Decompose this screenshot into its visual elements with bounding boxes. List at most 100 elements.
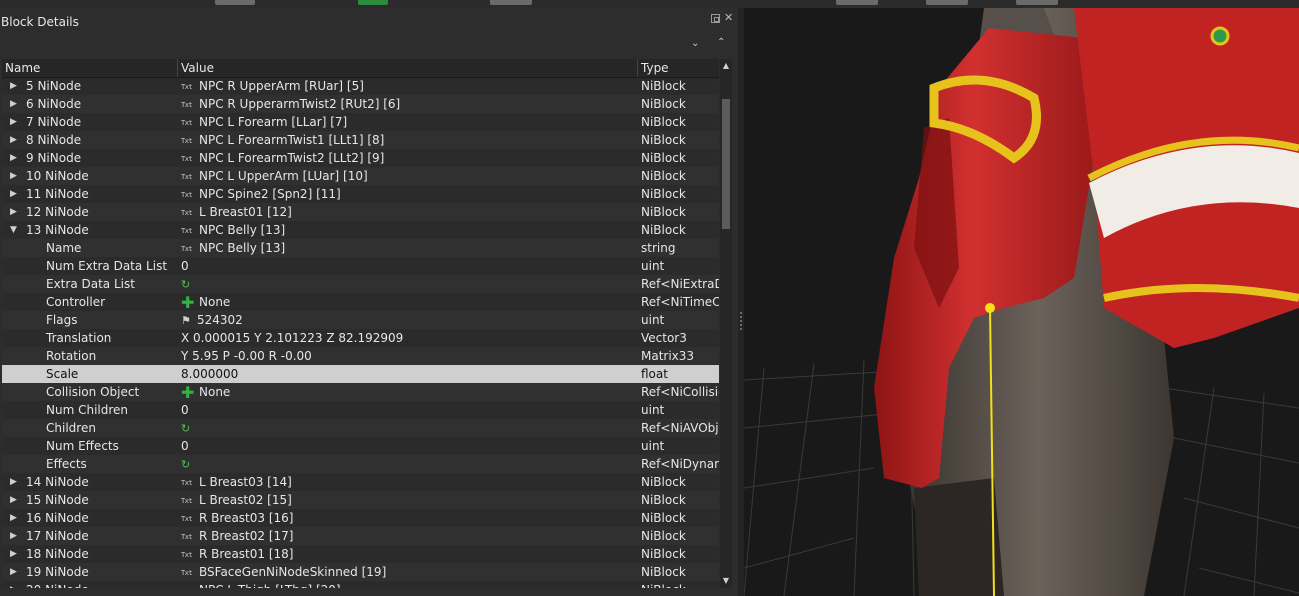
row-type: NiBlock [641,133,686,147]
row-type: uint [641,403,665,417]
collapsed-arrow-icon[interactable]: ▶ [10,113,18,131]
row-value[interactable]: Txt NPC L Thigh [LThg] [20] [181,581,631,588]
scroll-down-icon[interactable]: ▼ [720,574,732,588]
collapsed-arrow-icon[interactable]: ▶ [10,77,18,95]
tree-row-field[interactable]: Collision Object ✚ None Ref<NiCollision [2,383,719,401]
collapsed-arrow-icon[interactable]: ▶ [10,203,18,221]
tree-row-field[interactable]: Extra Data List ↻ Ref<NiExtraDat [2,275,719,293]
collapsed-arrow-icon[interactable]: ▶ [10,545,18,563]
tree-row-field[interactable]: Num Effects 0 uint [2,437,719,455]
column-header-type[interactable]: Type [638,59,719,77]
toolbar-button[interactable] [358,0,388,5]
tree-row-block[interactable]: ▶ 15 NiNode Txt L Breast02 [15] NiBlock [2,491,719,509]
row-value[interactable]: ⚑ 524302 [181,311,631,330]
close-icon[interactable]: ✕ [724,12,733,24]
collapsed-arrow-icon[interactable]: ▶ [10,95,18,113]
tree-row-block[interactable]: ▶ 16 NiNode Txt R Breast03 [16] NiBlock [2,509,719,527]
tree-row-block[interactable]: ▶ 20 NiNode Txt NPC L Thigh [LThg] [20] NiBl… [2,581,719,588]
tree-row-block[interactable]: ▶ 18 NiNode Txt R Breast01 [18] NiBlock [2,545,719,563]
toolbar-button[interactable] [836,0,878,5]
collapsed-arrow-icon[interactable]: ▶ [10,581,18,588]
row-value[interactable]: 0 [181,437,631,455]
tree-row-block[interactable]: ▶ 19 NiNode Txt BSFaceGenNiNodeSkinned [19]… [2,563,719,581]
row-value[interactable]: Txt NPC R UpperarmTwist2 [RUt2] [6] [181,95,631,113]
float-panel-icon[interactable] [711,14,720,23]
collapsed-arrow-icon[interactable]: ▶ [10,563,18,581]
column-header-name[interactable]: Name [2,59,178,77]
row-value[interactable]: Txt L Breast02 [15] [181,491,631,509]
tree-row-block[interactable]: ▶ 14 NiNode Txt L Breast03 [14] NiBlock [2,473,719,491]
tree-row-field[interactable]: Effects ↻ Ref<NiDynami [2,455,719,473]
collapsed-arrow-icon[interactable]: ▶ [10,527,18,545]
tree-row-field[interactable]: Scale 8.000000 float [2,365,719,383]
toolbar-button[interactable] [1016,0,1058,5]
row-value[interactable]: ↻ [181,275,631,294]
tree-row-block[interactable]: ▶ 6 NiNode Txt NPC R UpperarmTwist2 [RUt2] … [2,95,719,113]
row-value[interactable]: Txt NPC L ForearmTwist1 [LLt1] [8] [181,131,631,149]
row-value[interactable]: Y 5.95 P -0.00 R -0.00 [181,347,631,365]
tree-row-field[interactable]: Name Txt NPC Belly [13] string [2,239,719,257]
row-value[interactable]: Txt L Breast01 [12] [181,203,631,221]
toolbar-button[interactable] [215,0,255,5]
panel-title: Block Details [1,15,79,29]
expand-all-icon[interactable]: ⌃ [717,37,725,48]
collapsed-arrow-icon[interactable]: ▶ [10,131,18,149]
row-value[interactable]: Txt NPC Belly [13] [181,239,631,257]
tree-row-block[interactable]: ▶ 10 NiNode Txt NPC L UpperArm [LUar] [10] N… [2,167,719,185]
vertical-scrollbar[interactable]: ▲ ▼ [720,59,732,588]
collapsed-arrow-icon[interactable]: ▶ [10,491,18,509]
row-value[interactable]: 0 [181,401,631,419]
row-value[interactable]: 0 [181,257,631,275]
row-value[interactable]: Txt R Breast01 [18] [181,545,631,563]
row-value[interactable]: 8.000000 [181,365,631,383]
tree-row-block[interactable]: ▶ 12 NiNode Txt L Breast01 [12] NiBlock [2,203,719,221]
tree-row-block[interactable]: ▶ 9 NiNode Txt NPC L ForearmTwist2 [LLt2] [… [2,149,719,167]
row-type: uint [641,439,665,453]
row-value[interactable]: Txt BSFaceGenNiNodeSkinned [19] [181,563,631,581]
tree-header: Name Value Type [2,59,719,78]
row-value[interactable]: ↻ [181,455,631,474]
row-value[interactable]: Txt NPC Spine2 [Spn2] [11] [181,185,631,203]
row-value[interactable]: Txt NPC R UpperArm [RUar] [5] [181,77,631,95]
row-value[interactable]: Txt NPC L UpperArm [LUar] [10] [181,167,631,185]
collapse-all-icon[interactable]: ⌄ [691,38,699,49]
row-value[interactable]: Txt R Breast03 [16] [181,509,631,527]
tree-row-field[interactable]: Translation X 0.000015 Y 2.101223 Z 82.19… [2,329,719,347]
tree-row-block[interactable]: ▶ 5 NiNode Txt NPC R UpperArm [RUar] [5] NiB… [2,77,719,95]
toolbar-button[interactable] [926,0,968,5]
row-value[interactable]: Txt R Breast02 [17] [181,527,631,545]
collapsed-arrow-icon[interactable]: ▶ [10,185,18,203]
collapsed-arrow-icon[interactable]: ▶ [10,149,18,167]
row-type: NiBlock [641,115,686,129]
tree-row-field[interactable]: Children ↻ Ref<NiAVObjec [2,419,719,437]
collapsed-arrow-icon[interactable]: ▶ [10,509,18,527]
row-value[interactable]: ↻ [181,419,631,438]
row-name: 8 NiNode [26,133,82,147]
row-value[interactable]: Txt L Breast03 [14] [181,473,631,491]
collapsed-arrow-icon[interactable]: ▶ [10,473,18,491]
tree-row-field[interactable]: Num Children 0 uint [2,401,719,419]
tree-row-block[interactable]: ▼ 13 NiNode Txt NPC Belly [13] NiBlock [2,221,719,239]
column-header-value[interactable]: Value [178,59,638,77]
tree-row-field[interactable]: Num Extra Data List 0 uint [2,257,719,275]
tree-row-block[interactable]: ▶ 8 NiNode Txt NPC L ForearmTwist1 [LLt1] [… [2,131,719,149]
row-value[interactable]: X 0.000015 Y 2.101223 Z 82.192909 [181,329,631,347]
row-value[interactable]: ✚ None [181,383,631,401]
block-tree-view[interactable]: Name Value Type ▶ 5 NiNode Txt NPC R UpperA… [2,59,719,588]
tree-row-field[interactable]: Rotation Y 5.95 P -0.00 R -0.00 Matrix33 [2,347,719,365]
row-value[interactable]: Txt NPC L ForearmTwist2 [LLt2] [9] [181,149,631,167]
tree-row-block[interactable]: ▶ 11 NiNode Txt NPC Spine2 [Spn2] [11] NiBlo… [2,185,719,203]
collapsed-arrow-icon[interactable]: ▶ [10,167,18,185]
row-value[interactable]: Txt NPC Belly [13] [181,221,631,239]
tree-row-block[interactable]: ▶ 17 NiNode Txt R Breast02 [17] NiBlock [2,527,719,545]
expanded-arrow-icon[interactable]: ▼ [10,221,18,239]
tree-row-block[interactable]: ▶ 7 NiNode Txt NPC L Forearm [LLar] [7] NiBl… [2,113,719,131]
scroll-thumb[interactable] [722,99,730,229]
scroll-up-icon[interactable]: ▲ [720,59,732,73]
tree-row-field[interactable]: Flags ⚑ 524302 uint [2,311,719,329]
row-value[interactable]: Txt NPC L Forearm [LLar] [7] [181,113,631,131]
render-viewport[interactable] [744,8,1299,596]
tree-row-field[interactable]: Controller ✚ None Ref<NiTimeCo [2,293,719,311]
row-value[interactable]: ✚ None [181,293,631,311]
toolbar-button[interactable] [490,0,532,5]
